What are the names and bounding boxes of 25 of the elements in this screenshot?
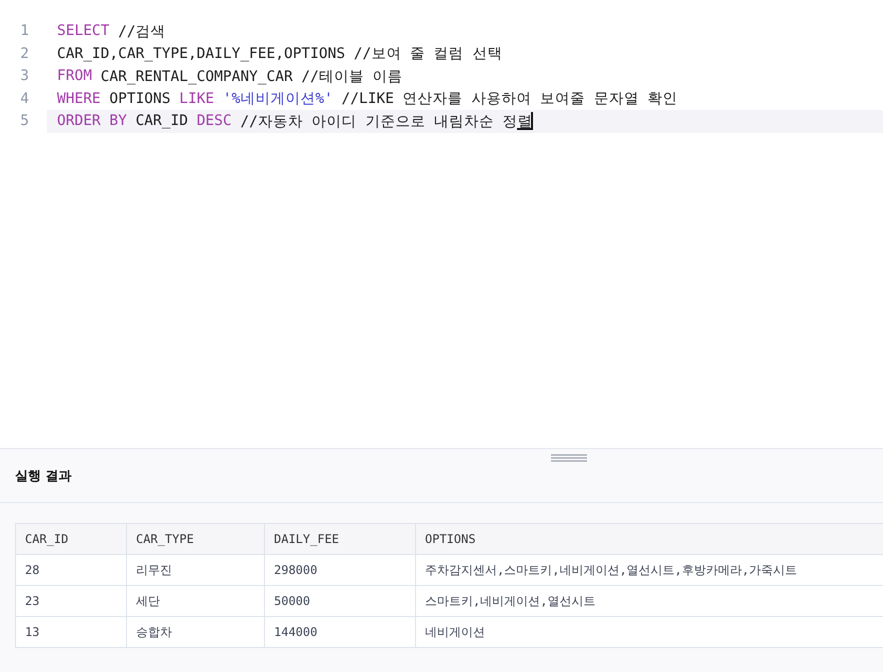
resize-handle-icon[interactable] [551, 454, 587, 462]
table-cell: 50000 [264, 586, 416, 616]
code-text: SELECT //검색 [57, 22, 166, 41]
table-cell: 13 [16, 616, 126, 648]
code-text: CAR_ID,CAR_TYPE,DAILY_FEE,OPTIONS //보여 줄 컬럼 선택 [57, 45, 502, 64]
table-cell: 144000 [264, 616, 416, 648]
table-cell: 23 [16, 586, 126, 616]
column-header: DAILY_FEE [264, 524, 416, 554]
column-header: CAR_TYPE [126, 524, 264, 554]
code-text: ORDER BY CAR_ID DESC //자동차 아이디 기준으로 내림차순 정렬 [57, 112, 533, 131]
line-number: 3 [19, 68, 29, 84]
table-cell: 승합차 [126, 616, 264, 648]
column-header: CAR_ID [16, 524, 126, 554]
code-text: FROM CAR_RENTAL_COMPANY_CAR //테이블 이름 [57, 67, 403, 86]
table-cell: 세단 [126, 586, 264, 616]
line-number: 1 [19, 23, 29, 40]
code-text: WHERE OPTIONS LIKE '%네비게이션%' //LIKE 연산자를 사용하여 보여줄 문자열 확인 [57, 90, 678, 108]
line-number: 4 [19, 90, 29, 107]
table-cell: 298000 [264, 554, 416, 586]
line-number: 2 [19, 46, 29, 62]
table-cell: 28 [16, 554, 126, 586]
line-number: 5 [19, 113, 29, 130]
column-header: OPTIONS [416, 524, 883, 554]
results-title: 실행 결과 [15, 468, 72, 484]
table-cell: 리무진 [126, 554, 264, 586]
